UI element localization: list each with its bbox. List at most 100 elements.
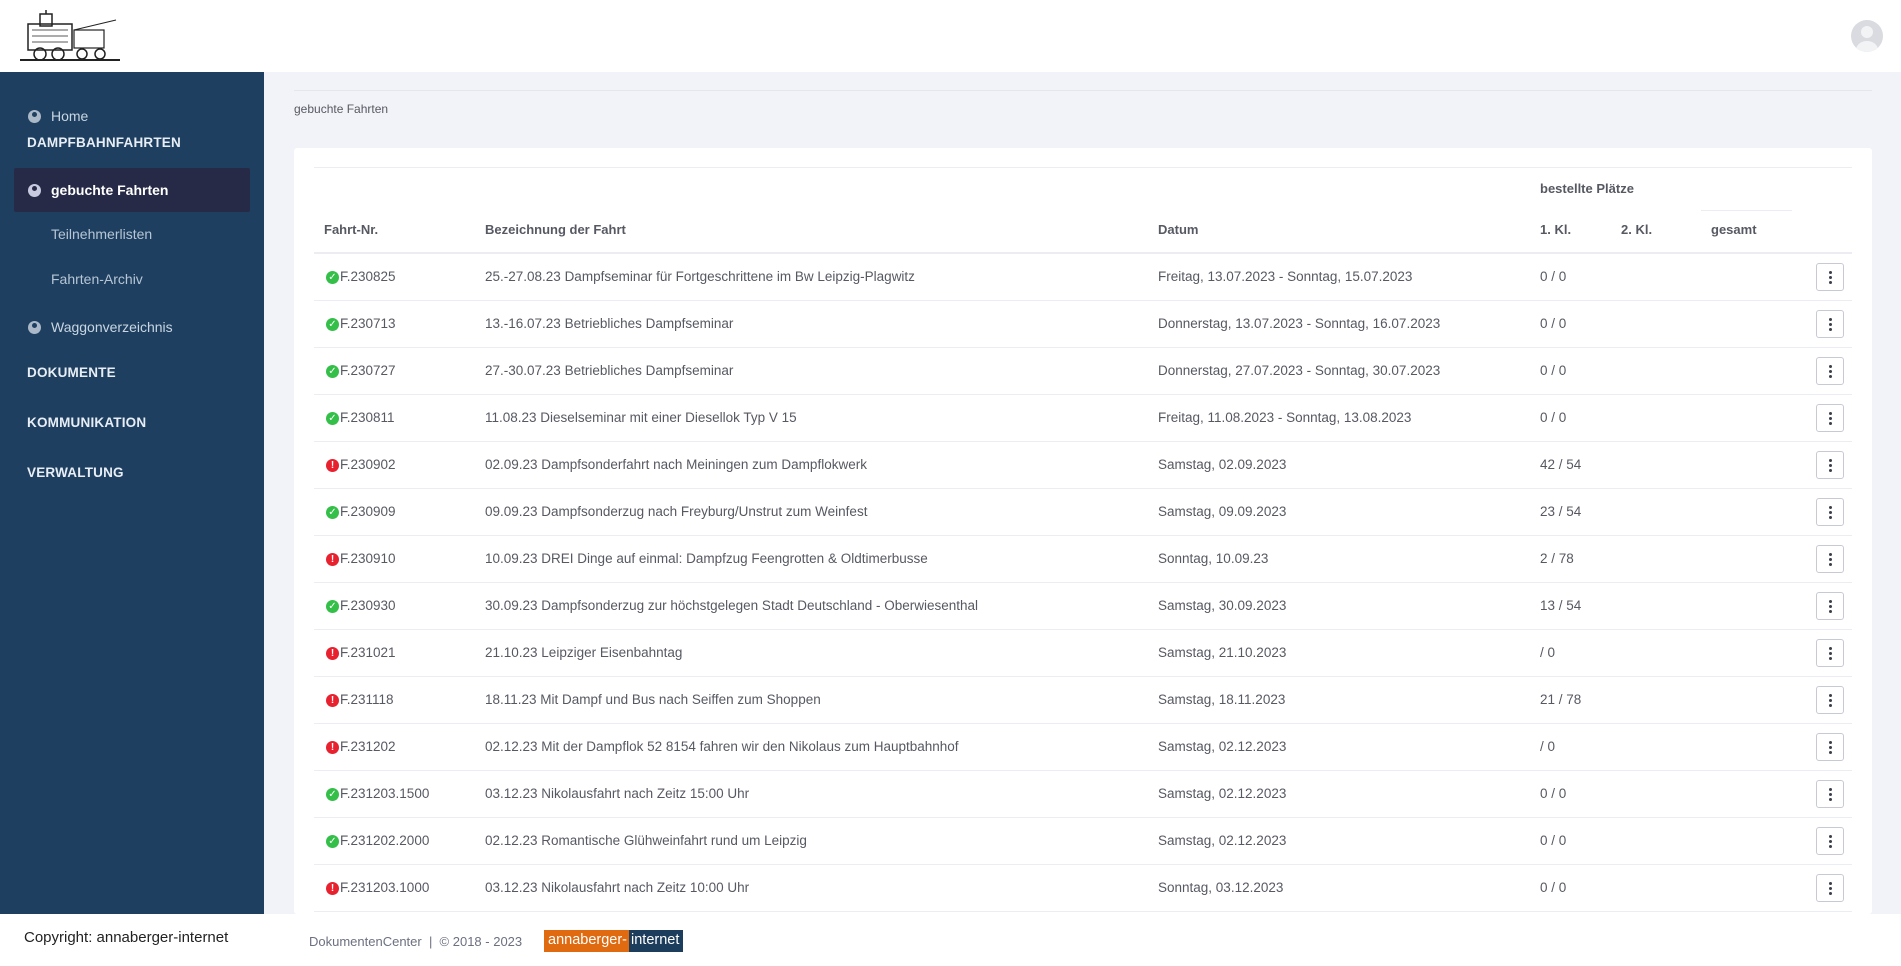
cell-fahrt-nr[interactable]: F.230825 bbox=[340, 269, 396, 284]
cell-1-kl: 2 / 78 bbox=[1540, 551, 1574, 566]
table-row[interactable]: ! F.231203.1000 03.12.23 Nikolausfahrt nac… bbox=[314, 865, 1852, 912]
cell-bezeichnung[interactable]: 21.10.23 Leipziger Eisenbahntag bbox=[485, 645, 682, 660]
cell-bezeichnung[interactable]: 02.09.23 Dampfsonderfahrt nach Meiningen… bbox=[485, 457, 867, 472]
sidebar-section-verwaltung[interactable]: VERWALTUNG bbox=[27, 465, 124, 480]
row-menu-button[interactable] bbox=[1816, 686, 1844, 714]
cell-datum: Samstag, 02.09.2023 bbox=[1158, 457, 1287, 472]
cell-bezeichnung[interactable]: 02.12.23 Romantische Glühweinfahrt rund … bbox=[485, 833, 807, 848]
cell-datum: Sonntag, 03.12.2023 bbox=[1158, 880, 1284, 895]
row-menu-button[interactable] bbox=[1816, 498, 1844, 526]
cell-fahrt-nr[interactable]: F.231202.2000 bbox=[340, 833, 429, 848]
check-circle-icon: ✓ bbox=[326, 365, 339, 378]
sidebar-section-dokumente[interactable]: DOKUMENTE bbox=[27, 365, 116, 380]
cell-fahrt-nr[interactable]: F.230902 bbox=[340, 457, 396, 472]
cell-fahrt-nr[interactable]: F.231203.1000 bbox=[340, 880, 429, 895]
top-bar bbox=[0, 0, 1901, 72]
cell-datum: Samstag, 30.09.2023 bbox=[1158, 598, 1287, 613]
cell-datum: Samstag, 02.12.2023 bbox=[1158, 833, 1287, 848]
more-vertical-icon bbox=[1828, 787, 1832, 801]
exclamation-circle-icon: ! bbox=[326, 647, 339, 660]
sidebar-section-kommunikation[interactable]: KOMMUNIKATION bbox=[27, 415, 146, 430]
sidebar-item-fahrten-archiv[interactable]: Fahrten-Archiv bbox=[51, 271, 143, 287]
row-menu-button[interactable] bbox=[1816, 357, 1844, 385]
table-row[interactable]: ✓ F.231202.2000 02.12.23 Romantische Glühw… bbox=[314, 818, 1852, 865]
column-header-datum[interactable]: Datum bbox=[1158, 222, 1198, 237]
cell-bezeichnung[interactable]: 18.11.23 Mit Dampf und Bus nach Seiffen … bbox=[485, 692, 821, 707]
sidebar-item-waggonverzeichnis[interactable]: Waggonverzeichnis bbox=[14, 305, 250, 349]
table-row[interactable]: ✓ F.230713 13.-16.07.23 Betriebliches Damp… bbox=[314, 301, 1852, 348]
row-menu-button[interactable] bbox=[1816, 733, 1844, 761]
cell-1-kl: / 0 bbox=[1540, 645, 1556, 660]
steam-train-station-logo[interactable] bbox=[20, 10, 120, 62]
column-header-bezeichnung[interactable]: Bezeichnung der Fahrt bbox=[485, 222, 626, 237]
cell-bezeichnung[interactable]: 09.09.23 Dampfsonderzug nach Freyburg/Un… bbox=[485, 504, 867, 519]
table-row[interactable]: ✓ F.231203.1500 03.12.23 Nikolausfahrt nac… bbox=[314, 771, 1852, 818]
cell-fahrt-nr[interactable]: F.230727 bbox=[340, 363, 396, 378]
cell-fahrt-nr[interactable]: F.231203.1500 bbox=[340, 786, 429, 801]
cell-bezeichnung[interactable]: 02.12.23 Mit der Dampflok 52 8154 fahren… bbox=[485, 739, 959, 754]
cell-fahrt-nr[interactable]: F.230930 bbox=[340, 598, 396, 613]
more-vertical-icon bbox=[1828, 552, 1832, 566]
cell-datum: Freitag, 13.07.2023 - Sonntag, 15.07.202… bbox=[1158, 269, 1413, 284]
row-menu-button[interactable] bbox=[1816, 545, 1844, 573]
sidebar-item-label: gebuchte Fahrten bbox=[51, 182, 169, 198]
column-header-2-kl[interactable]: 2. Kl. bbox=[1621, 222, 1652, 237]
table-row[interactable]: ✓ F.230909 09.09.23 Dampfsonderzug nach Fr… bbox=[314, 489, 1852, 536]
row-menu-button[interactable] bbox=[1816, 310, 1844, 338]
cell-fahrt-nr[interactable]: F.231202 bbox=[340, 739, 396, 754]
table-row[interactable]: ! F.230902 02.09.23 Dampfsonderfahrt nach … bbox=[314, 442, 1852, 489]
cell-bezeichnung[interactable]: 03.12.23 Nikolausfahrt nach Zeitz 10:00 … bbox=[485, 880, 749, 895]
cell-fahrt-nr[interactable]: F.231118 bbox=[340, 692, 394, 707]
sidebar-item-gebuchte-fahrten[interactable]: gebuchte Fahrten bbox=[14, 168, 250, 212]
row-menu-button[interactable] bbox=[1816, 404, 1844, 432]
row-menu-button[interactable] bbox=[1816, 827, 1844, 855]
sidebar-section-dampfbahnfahrten[interactable]: DAMPFBAHNFAHRTEN bbox=[27, 135, 181, 150]
cell-fahrt-nr[interactable]: F.230909 bbox=[340, 504, 396, 519]
cell-bezeichnung[interactable]: 25.-27.08.23 Dampfseminar für Fortgeschr… bbox=[485, 269, 915, 284]
row-menu-button[interactable] bbox=[1816, 639, 1844, 667]
more-vertical-icon bbox=[1828, 740, 1832, 754]
row-menu-button[interactable] bbox=[1816, 451, 1844, 479]
cell-datum: Donnerstag, 27.07.2023 - Sonntag, 30.07.… bbox=[1158, 363, 1441, 378]
table-row[interactable]: ✓ F.230811 11.08.23 Dieselseminar mit eine… bbox=[314, 395, 1852, 442]
cell-1-kl: 0 / 0 bbox=[1540, 410, 1567, 425]
row-menu-button[interactable] bbox=[1816, 263, 1844, 291]
cell-1-kl: 0 / 0 bbox=[1540, 269, 1567, 284]
column-header-fahrt-nr[interactable]: Fahrt-Nr. bbox=[324, 222, 378, 237]
cell-fahrt-nr[interactable]: F.230910 bbox=[340, 551, 396, 566]
more-vertical-icon bbox=[1828, 881, 1832, 895]
table-row[interactable]: ✓ F.230727 27.-30.07.23 Betriebliches Damp… bbox=[314, 348, 1852, 395]
copyright-text: Copyright: annaberger-internet bbox=[24, 929, 229, 946]
table-row[interactable]: ! F.231118 18.11.23 Mit Dampf und Bus nach… bbox=[314, 677, 1852, 724]
sidebar-item-home[interactable]: Home bbox=[14, 94, 250, 138]
cell-fahrt-nr[interactable]: F.230811 bbox=[340, 410, 395, 425]
user-avatar[interactable] bbox=[1851, 20, 1883, 52]
row-menu-button[interactable] bbox=[1816, 780, 1844, 808]
more-vertical-icon bbox=[1828, 693, 1832, 707]
cell-bezeichnung[interactable]: 11.08.23 Dieselseminar mit einer Diesell… bbox=[485, 410, 797, 425]
cell-bezeichnung[interactable]: 13.-16.07.23 Betriebliches Dampfseminar bbox=[485, 316, 733, 331]
cell-fahrt-nr[interactable]: F.231021 bbox=[340, 645, 396, 660]
table-row[interactable]: ! F.231021 21.10.23 Leipziger Eisenbahntag… bbox=[314, 630, 1852, 677]
sidebar-item-teilnehmerlisten[interactable]: Teilnehmerlisten bbox=[51, 226, 152, 242]
cell-1-kl: 42 / 54 bbox=[1540, 457, 1582, 472]
cell-bezeichnung[interactable]: 03.12.23 Nikolausfahrt nach Zeitz 15:00 … bbox=[485, 786, 749, 801]
table-row[interactable]: ! F.231202 02.12.23 Mit der Dampflok 52 81… bbox=[314, 724, 1852, 771]
cell-bezeichnung[interactable]: 30.09.23 Dampfsonderzug zur höchstgelege… bbox=[485, 598, 978, 613]
column-header-1-kl[interactable]: 1. Kl. bbox=[1540, 222, 1571, 237]
row-menu-button[interactable] bbox=[1816, 592, 1844, 620]
table-row[interactable]: ✓ F.230930 30.09.23 Dampfsonderzug zur höc… bbox=[314, 583, 1852, 630]
cell-bezeichnung[interactable]: 27.-30.07.23 Betriebliches Dampfseminar bbox=[485, 363, 733, 378]
table-row[interactable]: ✓ F.230825 25.-27.08.23 Dampfseminar für F… bbox=[314, 254, 1852, 301]
more-vertical-icon bbox=[1828, 458, 1832, 472]
cell-fahrt-nr[interactable]: F.230713 bbox=[340, 316, 396, 331]
brand-badge[interactable]: annaberger- internet bbox=[544, 930, 684, 952]
column-header-gesamt[interactable]: gesamt bbox=[1711, 222, 1757, 237]
brand-badge-part: internet bbox=[629, 930, 684, 952]
exclamation-circle-icon: ! bbox=[326, 741, 339, 754]
more-vertical-icon bbox=[1828, 505, 1832, 519]
group-header-bestellte-plaetze: bestellte Plätze bbox=[1540, 181, 1634, 196]
row-menu-button[interactable] bbox=[1816, 874, 1844, 902]
cell-bezeichnung[interactable]: 10.09.23 DREI Dinge auf einmal: Dampfzug… bbox=[485, 551, 928, 566]
table-row[interactable]: ! F.230910 10.09.23 DREI Dinge auf einmal:… bbox=[314, 536, 1852, 583]
